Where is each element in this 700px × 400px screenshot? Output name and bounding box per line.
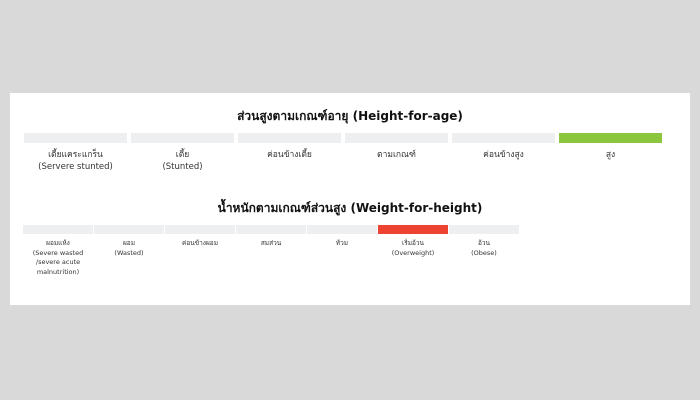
height-category-label: ตามเกณฑ์ (377, 149, 416, 161)
weight-category-label: ผอมแห้ง (Severe wasted /severe acute mal… (33, 239, 83, 277)
height-category-tall: สูง (559, 133, 662, 173)
height-for-age-scale: เตี้ยแคระแกร็น (Servere stunted) เตี้ย (… (24, 133, 664, 173)
height-category-label: สูง (606, 149, 615, 161)
weight-for-height-title: น้ำหนักตามเกณฑ์ส่วนสูง (Weight-for-heigh… (217, 201, 483, 215)
height-category-label: เตี้ย (Stunted) (162, 149, 202, 173)
weight-category-bar (378, 225, 448, 234)
category-name: เตี้ย (175, 150, 190, 160)
height-category-normal: ตามเกณฑ์ (345, 133, 448, 173)
weight-category-bar (449, 225, 519, 234)
growth-chart-panel: ส่วนสูงตามเกณฑ์อายุ (Height-for-age) เตี… (10, 93, 690, 305)
height-category-bar (24, 133, 127, 143)
category-name: เริ่มอ้วน (402, 239, 424, 247)
height-category-rather-short: ค่อนข้างเตี้ย (238, 133, 341, 173)
height-category-label: ค่อนข้างเตี้ย (267, 149, 312, 161)
category-name: สูง (605, 150, 616, 160)
category-subtitle-line-2: /severe acute (35, 258, 81, 266)
weight-category-plump: ท้วม (307, 225, 377, 277)
category-name: อ้วน (477, 239, 490, 247)
weight-category-label: สมส่วน (261, 239, 281, 249)
category-subtitle: (Overweight) (391, 248, 435, 257)
weight-category-bar (23, 225, 93, 234)
category-subtitle: (Wasted) (114, 248, 144, 257)
weight-for-height-scale: ผอมแห้ง (Severe wasted /severe acute mal… (23, 225, 519, 277)
height-category-bar (131, 133, 234, 143)
weight-category-severe-wasted: ผอมแห้ง (Severe wasted /severe acute mal… (23, 225, 93, 277)
weight-category-overweight: เริ่มอ้วน (Overweight) (378, 225, 448, 277)
height-category-stunted: เตี้ย (Stunted) (131, 133, 234, 173)
weight-category-obese: อ้วน (Obese) (449, 225, 519, 277)
category-name: ผอม (122, 239, 135, 247)
category-name: ตามเกณฑ์ (377, 150, 416, 160)
category-name: ค่อนข้างเตี้ย (267, 150, 312, 160)
weight-category-label: เริ่มอ้วน (Overweight) (392, 239, 435, 258)
category-subtitle: (Severe wasted (32, 248, 84, 257)
weight-category-label: ค่อนข้างผอม (182, 239, 218, 249)
category-name: ท้วม (335, 239, 349, 247)
weight-category-label: ท้วม (336, 239, 348, 249)
height-category-rather-tall: ค่อนข้างสูง (452, 133, 555, 173)
category-subtitle-line-3: malnutrition) (36, 267, 80, 276)
category-name: เตี้ยแคระแกร็น (48, 150, 103, 160)
height-category-bar (345, 133, 448, 143)
weight-category-bar (165, 225, 235, 234)
height-for-age-title: ส่วนสูงตามเกณฑ์อายุ (Height-for-age) (237, 109, 463, 123)
height-category-severe-stunted: เตี้ยแคระแกร็น (Servere stunted) (24, 133, 127, 173)
category-name: ค่อนข้างสูง (483, 150, 524, 160)
weight-category-proportional: สมส่วน (236, 225, 306, 277)
height-category-label: ค่อนข้างสูง (483, 149, 524, 161)
category-subtitle: (Servere stunted) (38, 162, 113, 172)
weight-category-bar (94, 225, 164, 234)
category-subtitle: (Stunted) (162, 162, 203, 172)
weight-category-label: อ้วน (Obese) (471, 239, 497, 258)
height-category-bar (559, 133, 662, 143)
category-name: ผอมแห้ง (46, 239, 70, 247)
height-category-bar (452, 133, 555, 143)
weight-category-rather-thin: ค่อนข้างผอม (165, 225, 235, 277)
weight-category-wasted: ผอม (Wasted) (94, 225, 164, 277)
category-name: ค่อนข้างผอม (182, 239, 218, 247)
weight-category-bar (307, 225, 377, 234)
weight-category-bar (236, 225, 306, 234)
height-category-bar (238, 133, 341, 143)
weight-category-label: ผอม (Wasted) (114, 239, 143, 258)
category-name: สมส่วน (260, 239, 282, 247)
category-subtitle: (Obese) (471, 248, 497, 257)
height-category-label: เตี้ยแคระแกร็น (Servere stunted) (38, 149, 113, 173)
